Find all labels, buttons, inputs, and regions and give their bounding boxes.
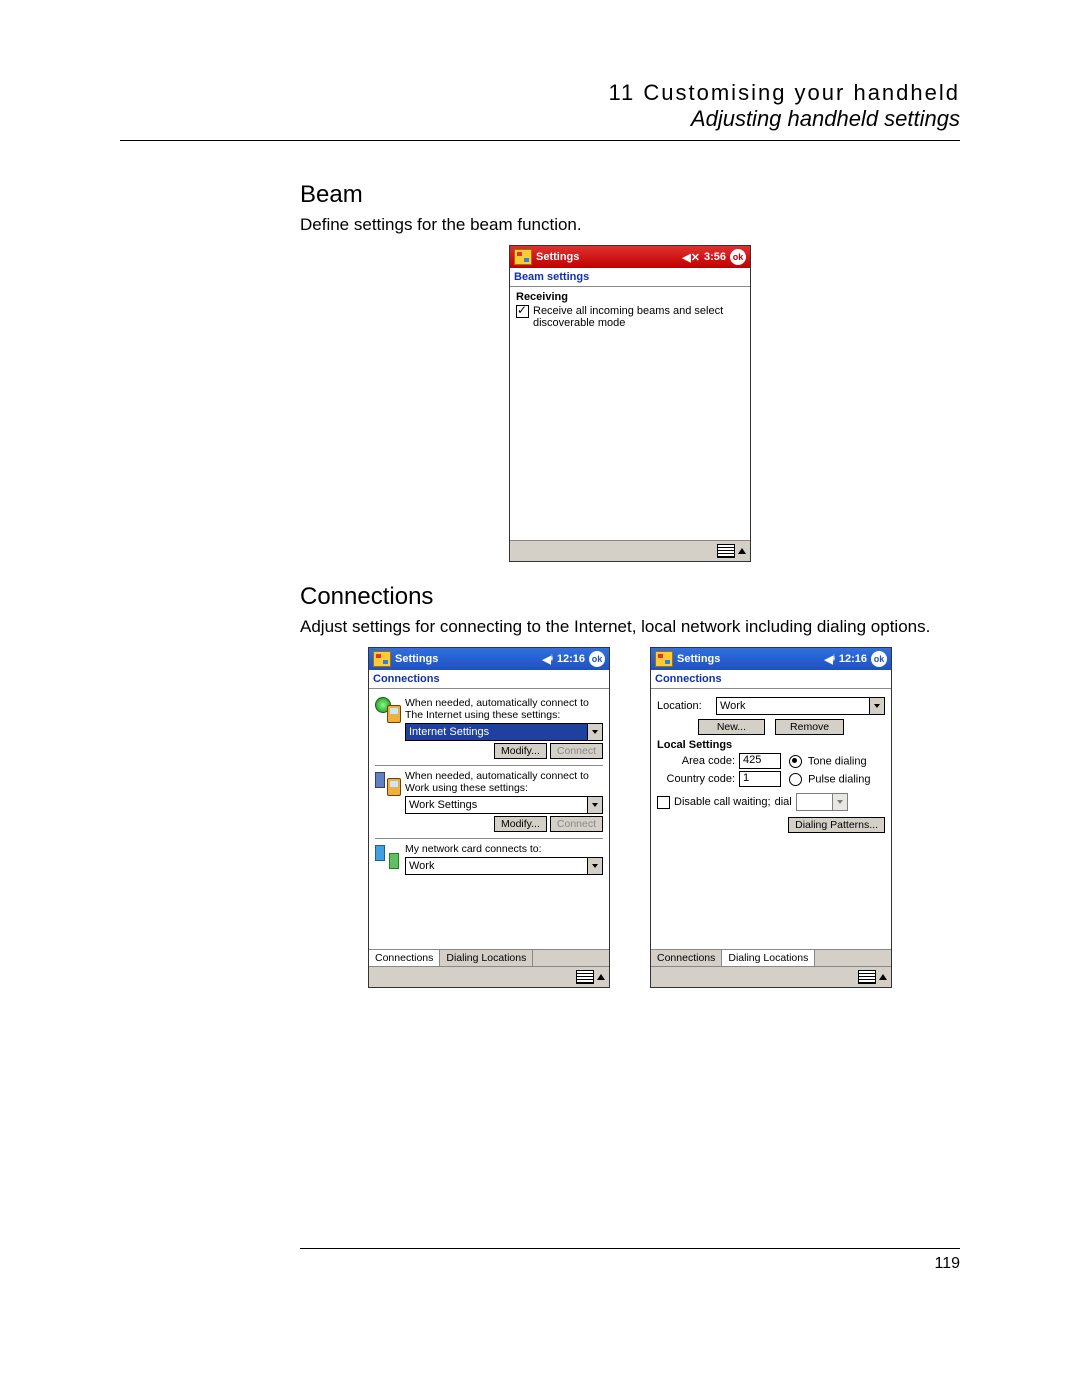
dial-label: dial	[775, 796, 792, 808]
chevron-down-icon	[832, 794, 847, 810]
internet-text: When needed, automatically connect to Th…	[405, 697, 603, 721]
work-text: When needed, automatically connect to Wo…	[405, 770, 603, 794]
panel-title: Beam settings	[510, 268, 750, 287]
local-settings-label: Local Settings	[657, 739, 885, 751]
work-icon	[375, 770, 401, 796]
panel-title: Connections	[369, 670, 609, 689]
ok-button[interactable]: ok	[871, 651, 887, 667]
work-settings-dropdown[interactable]: Work Settings	[405, 796, 603, 814]
connect-button[interactable]: Connect	[550, 743, 603, 759]
receive-beams-label: Receive all incoming beams and select di…	[533, 305, 744, 329]
location-label: Location:	[657, 700, 716, 712]
pulse-dialing-radio[interactable]	[789, 773, 802, 786]
disable-call-waiting-label: Disable call waiting;	[674, 796, 771, 808]
dialing-patterns-button[interactable]: Dialing Patterns...	[788, 817, 885, 833]
speaker-mute-icon[interactable]: ◀✕	[682, 251, 700, 264]
clock-time: 12:16	[557, 653, 585, 665]
beam-screenshot: Settings ◀✕ 3:56 ok Beam settings Receiv…	[509, 245, 751, 562]
bottom-bar	[651, 966, 891, 987]
connections-screenshot-left: Settings ◀ᶤ 12:16 ok Connections When	[368, 647, 610, 988]
start-icon[interactable]	[655, 651, 673, 667]
connections-desc: Adjust settings for connecting to the In…	[300, 617, 960, 637]
receiving-label: Receiving	[516, 291, 744, 303]
start-icon[interactable]	[514, 249, 532, 265]
beam-desc: Define settings for the beam function.	[300, 215, 960, 235]
clock-time: 3:56	[704, 251, 726, 263]
netcard-text: My network card connects to:	[405, 843, 603, 855]
speaker-icon[interactable]: ◀ᶤ	[542, 653, 552, 666]
keyboard-icon[interactable]	[858, 970, 876, 984]
sip-arrow-icon[interactable]	[879, 974, 887, 980]
clock-time: 12:16	[839, 653, 867, 665]
pulse-dialing-label: Pulse dialing	[808, 773, 870, 785]
chevron-down-icon	[587, 724, 602, 740]
disable-call-waiting-checkbox[interactable]	[657, 796, 670, 809]
new-button[interactable]: New...	[698, 719, 765, 735]
remove-button[interactable]: Remove	[775, 719, 844, 735]
start-icon[interactable]	[373, 651, 391, 667]
titlebar-text: Settings	[536, 251, 579, 263]
ok-button[interactable]: ok	[589, 651, 605, 667]
beam-heading: Beam	[300, 181, 960, 209]
sip-arrow-icon[interactable]	[597, 974, 605, 980]
connections-heading: Connections	[300, 583, 960, 611]
tab-connections[interactable]: Connections	[651, 950, 722, 966]
country-code-label: Country code:	[657, 773, 739, 785]
bottom-bar	[510, 540, 750, 561]
modify-button[interactable]: Modify...	[494, 816, 547, 832]
connections-screenshot-right: Settings ◀ᶤ 12:16 ok Connections Locatio…	[650, 647, 892, 988]
chevron-down-icon	[587, 858, 602, 874]
tone-dialing-label: Tone dialing	[808, 755, 867, 767]
connect-button[interactable]: Connect	[550, 816, 603, 832]
chapter-title: 11 Customising your handheld	[120, 80, 960, 106]
titlebar-text: Settings	[677, 653, 720, 665]
keyboard-icon[interactable]	[717, 544, 735, 558]
netcard-icon	[375, 843, 401, 869]
page-number: 119	[300, 1255, 960, 1273]
panel-title: Connections	[651, 670, 891, 689]
tone-dialing-radio[interactable]	[789, 755, 802, 768]
speaker-icon[interactable]: ◀ᶤ	[824, 653, 834, 666]
titlebar: Settings ◀ᶤ 12:16 ok	[651, 648, 891, 670]
chapter-subhead: Adjusting handheld settings	[120, 106, 960, 132]
chevron-down-icon	[869, 698, 884, 714]
header-rule	[120, 140, 960, 141]
footer-rule	[300, 1248, 960, 1249]
netcard-dropdown[interactable]: Work	[405, 857, 603, 875]
chevron-down-icon	[587, 797, 602, 813]
keyboard-icon[interactable]	[576, 970, 594, 984]
area-code-field[interactable]: 425	[739, 753, 781, 769]
location-dropdown[interactable]: Work	[716, 697, 885, 715]
area-code-label: Area code:	[657, 755, 739, 767]
bottom-bar	[369, 966, 609, 987]
tab-bar: Connections Dialing Locations	[651, 949, 891, 966]
sip-arrow-icon[interactable]	[738, 548, 746, 554]
dial-dropdown[interactable]	[796, 793, 848, 811]
titlebar: Settings ◀✕ 3:56 ok	[510, 246, 750, 268]
country-code-field[interactable]: 1	[739, 771, 781, 787]
ok-button[interactable]: ok	[730, 249, 746, 265]
internet-settings-dropdown[interactable]: Internet Settings	[405, 723, 603, 741]
internet-icon	[375, 697, 401, 723]
tab-dialing-locations[interactable]: Dialing Locations	[440, 950, 533, 966]
titlebar: Settings ◀ᶤ 12:16 ok	[369, 648, 609, 670]
modify-button[interactable]: Modify...	[494, 743, 547, 759]
tab-dialing-locations[interactable]: Dialing Locations	[722, 950, 815, 966]
receive-beams-checkbox[interactable]	[516, 305, 529, 318]
tab-connections[interactable]: Connections	[369, 950, 440, 966]
tab-bar: Connections Dialing Locations	[369, 949, 609, 966]
titlebar-text: Settings	[395, 653, 438, 665]
